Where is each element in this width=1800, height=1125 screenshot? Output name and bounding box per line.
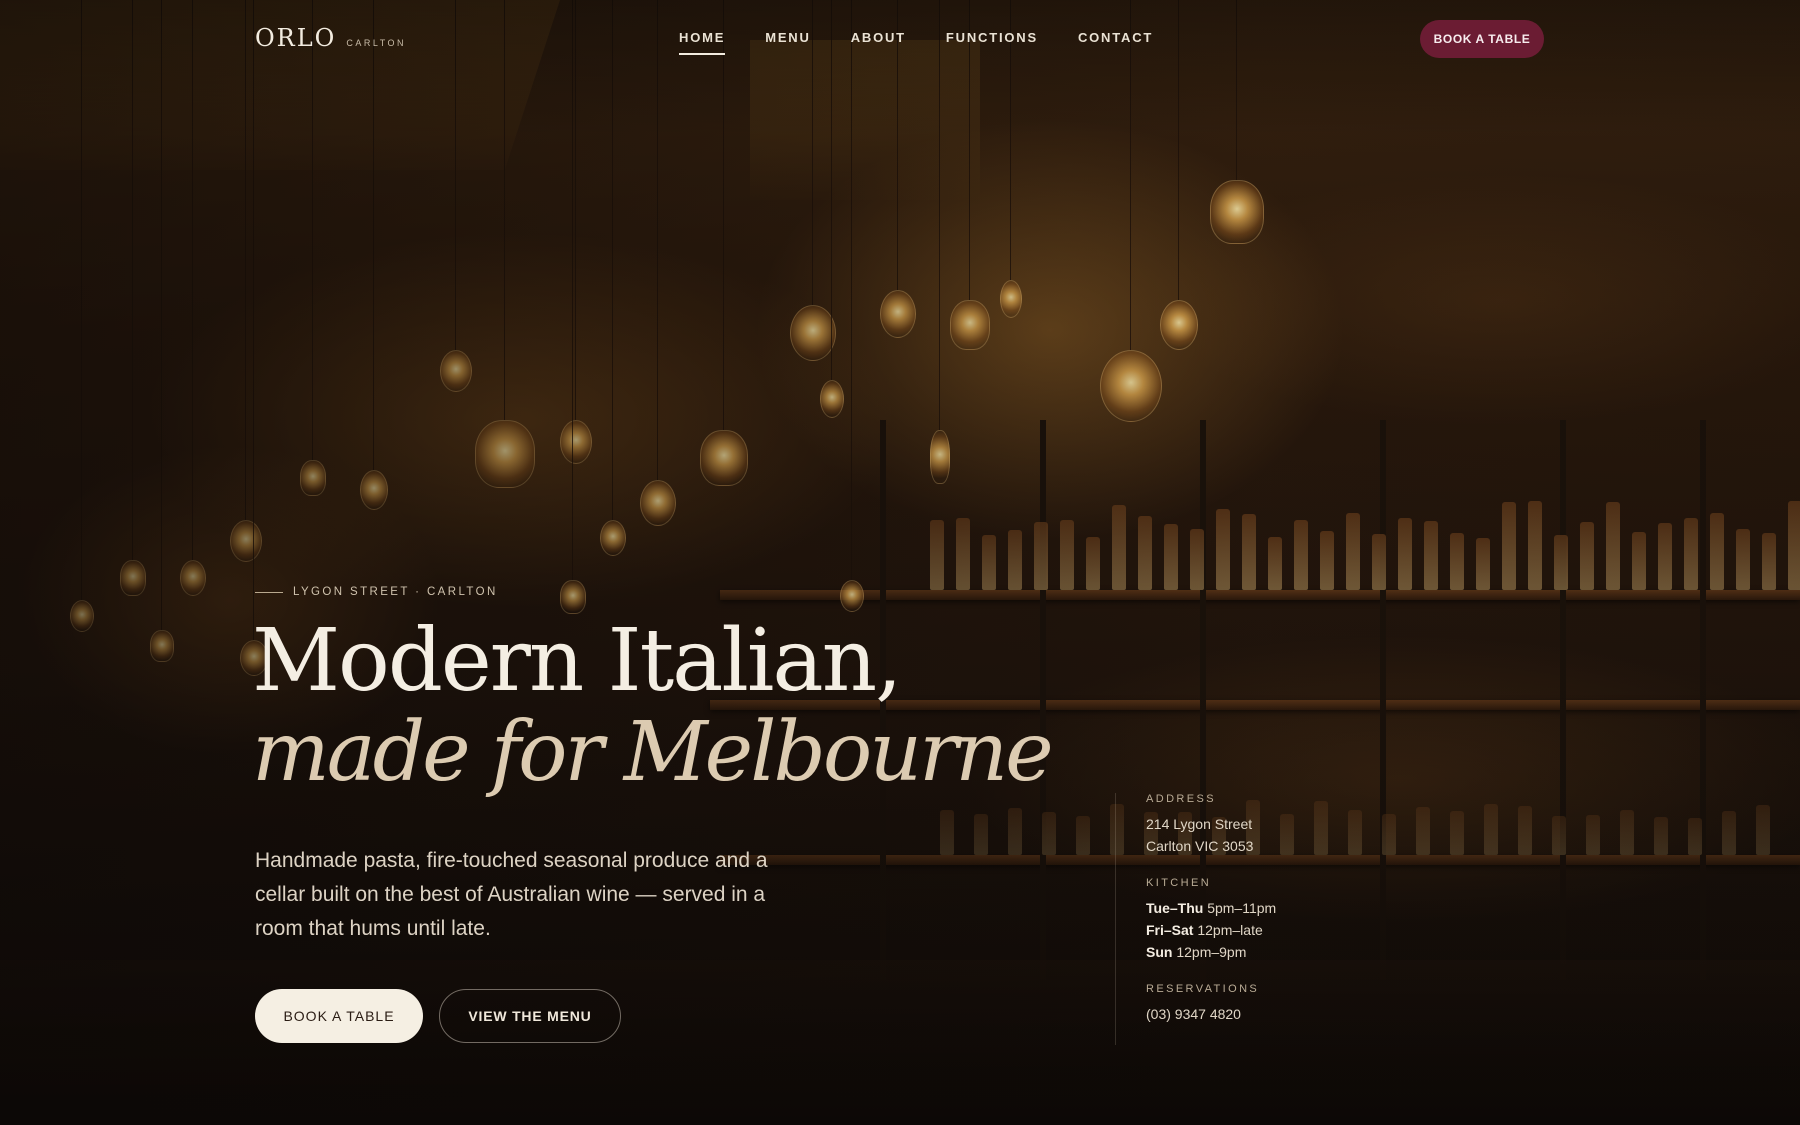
nav-menu[interactable]: MENU: [765, 30, 810, 55]
address-label: ADDRESS: [1146, 793, 1216, 805]
address-line-1: 214 Lygon Street: [1146, 816, 1253, 832]
hours-days: Fri–Sat: [1146, 922, 1194, 938]
hours-times: 12pm–late: [1197, 922, 1263, 938]
hours-days: Sun: [1146, 944, 1173, 960]
logo-location: CARLTON: [346, 38, 407, 48]
hours-days: Tue–Thu: [1146, 900, 1204, 916]
main-menu: HOME MENU ABOUT FUNCTIONS CONTACT: [679, 30, 1153, 55]
headline-line-2: made for Melbourne: [252, 705, 1054, 800]
hours-times: 12pm–9pm: [1176, 944, 1247, 960]
logo-wordmark: ORLO: [255, 24, 337, 52]
nav-functions[interactable]: FUNCTIONS: [946, 30, 1038, 55]
view-menu-button[interactable]: VIEW THE MENU: [439, 989, 621, 1043]
reservations-block: RESERVATIONS (03) 9347 4820: [1146, 983, 1406, 1025]
hero-headline: Modern Italian, made for Melbourne: [252, 611, 1054, 800]
kitchen-label: KITCHEN: [1146, 877, 1212, 889]
address-block: ADDRESS 214 Lygon Street Carlton VIC 305…: [1146, 793, 1406, 857]
hours-row: Fri–Sat 12pm–late: [1146, 919, 1406, 941]
eyebrow-text: LYGON STREET · CARLTON: [293, 586, 498, 598]
hero-eyebrow: LYGON STREET · CARLTON: [255, 586, 498, 598]
hours-times: 5pm–11pm: [1207, 900, 1277, 916]
nav-about[interactable]: ABOUT: [851, 30, 906, 55]
headline-line-1: Modern Italian,: [252, 611, 902, 711]
hero-section: ORLO CARLTON HOME MENU ABOUT FUNCTIONS C…: [0, 0, 1800, 1125]
hero-description: Handmade pasta, fire-touched seasonal pr…: [255, 849, 768, 940]
nav-home[interactable]: HOME: [679, 30, 726, 55]
book-table-button[interactable]: BOOK A TABLE: [255, 989, 423, 1043]
address-line-2: Carlton VIC 3053: [1146, 838, 1254, 854]
logo[interactable]: ORLO CARLTON: [255, 24, 406, 52]
reservations-phone-link[interactable]: (03) 9347 4820: [1146, 1006, 1241, 1022]
reservations-label: RESERVATIONS: [1146, 983, 1260, 995]
hours-row: Tue–Thu 5pm–11pm: [1146, 897, 1406, 919]
nav-book-table-button[interactable]: BOOK A TABLE: [1420, 20, 1544, 58]
eyebrow-rule: [255, 591, 283, 593]
image-overlay: [0, 0, 1800, 1125]
venue-info: ADDRESS 214 Lygon Street Carlton VIC 305…: [1115, 793, 1406, 1045]
top-nav: ORLO CARLTON HOME MENU ABOUT FUNCTIONS C…: [0, 0, 1800, 80]
kitchen-hours-block: KITCHEN Tue–Thu 5pm–11pm Fri–Sat 12pm–la…: [1146, 877, 1406, 963]
hours-row: Sun 12pm–9pm: [1146, 941, 1406, 963]
nav-contact[interactable]: CONTACT: [1078, 30, 1153, 55]
